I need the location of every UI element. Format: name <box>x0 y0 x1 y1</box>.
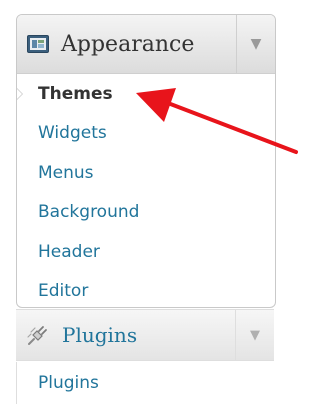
submenu-item-background[interactable]: Background <box>17 193 275 233</box>
submenu-item-themes[interactable]: Themes <box>17 74 275 114</box>
submenu-item-header[interactable]: Header <box>17 232 275 272</box>
plugins-menu-title: Plugins <box>62 323 138 347</box>
submenu-item-label: Plugins <box>38 373 99 393</box>
chevron-down-icon: ▼ <box>250 327 260 343</box>
submenu-item-label: Menus <box>38 162 94 183</box>
appearance-menu-title: Appearance <box>61 31 195 57</box>
submenu-item-menus[interactable]: Menus <box>17 153 275 193</box>
submenu-item-label: Header <box>38 241 100 262</box>
submenu-item-widgets[interactable]: Widgets <box>17 114 275 154</box>
appearance-submenu: Themes Widgets Menus Background Header E… <box>17 74 275 308</box>
plugins-menu-header[interactable]: Plugins ▼ <box>16 309 274 361</box>
appearance-menu-header[interactable]: Appearance ▼ <box>17 15 275 74</box>
appearance-icon <box>27 35 49 53</box>
appearance-menu: Appearance ▼ Themes Widgets Menus Backgr… <box>16 14 276 308</box>
submenu-item-label: Widgets <box>38 123 107 144</box>
chevron-down-icon: ▼ <box>250 36 262 52</box>
appearance-menu-toggle[interactable]: ▼ <box>236 15 275 73</box>
submenu-item-label: Themes <box>38 83 113 104</box>
submenu-item-label: Background <box>38 202 140 223</box>
plugin-icon <box>26 323 50 347</box>
plugins-menu-toggle[interactable]: ▼ <box>235 310 274 360</box>
current-indicator <box>17 86 23 101</box>
submenu-item-label: Editor <box>38 281 89 302</box>
submenu-item-editor[interactable]: Editor <box>17 272 275 308</box>
submenu-item-plugins[interactable]: Plugins <box>16 362 274 404</box>
